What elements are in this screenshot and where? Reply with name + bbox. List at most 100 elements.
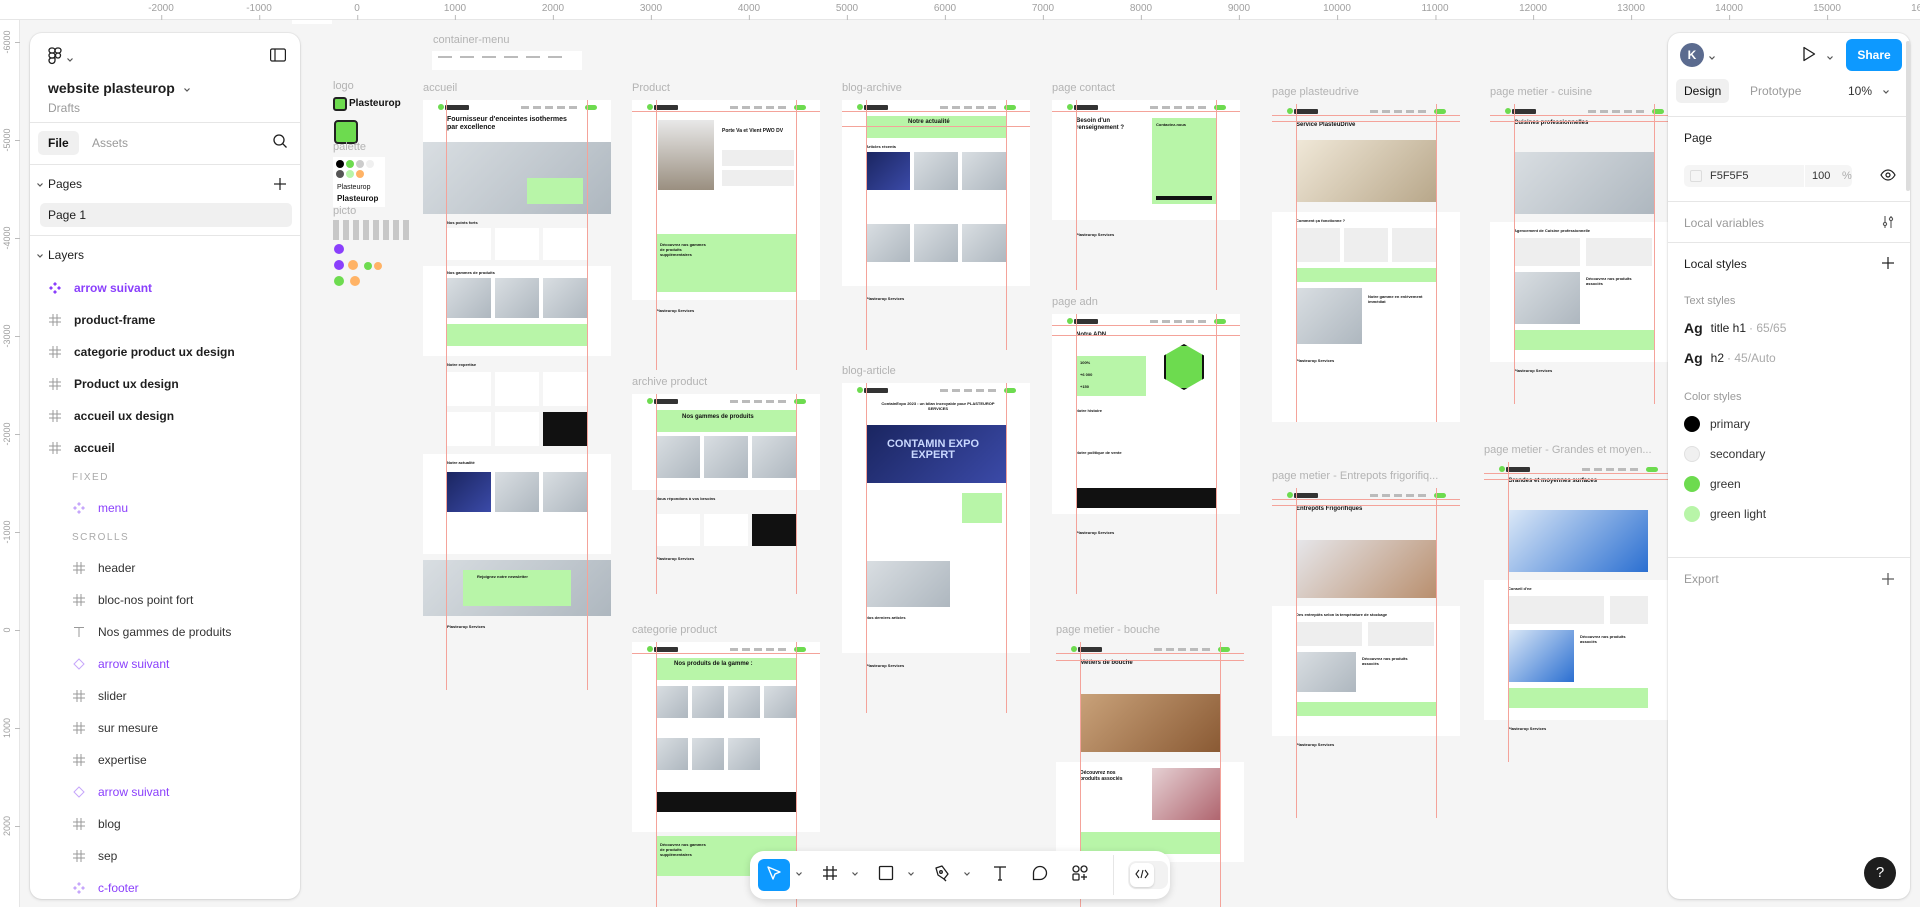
shape-tool-options[interactable] xyxy=(906,869,916,879)
actions-tool-button[interactable] xyxy=(1064,859,1096,891)
layer-item[interactable]: bloc-nos point fort xyxy=(30,584,300,616)
present-button[interactable] xyxy=(1802,46,1816,67)
color-style-item[interactable]: green light xyxy=(1668,499,1910,529)
share-button[interactable]: Share xyxy=(1846,39,1902,71)
picto-arrow-variant[interactable] xyxy=(334,260,344,270)
layer-item[interactable]: slider xyxy=(30,680,300,712)
layer-item[interactable]: menu xyxy=(30,492,300,524)
layer-item[interactable]: arrow suivant xyxy=(30,776,300,808)
color-swatch[interactable] xyxy=(1690,170,1702,182)
file-name-button[interactable]: website plasteurop xyxy=(48,80,191,96)
layer-item[interactable]: arrow suivant xyxy=(30,272,300,304)
move-tool-options[interactable] xyxy=(794,869,804,879)
frame-label-page-metier-cuisine[interactable]: page metier - cuisine xyxy=(1490,86,1592,98)
user-avatar[interactable]: K xyxy=(1680,43,1704,67)
layer-item[interactable]: arrow suivant xyxy=(30,648,300,680)
frame-tool-options[interactable] xyxy=(850,869,860,879)
picto-icons[interactable] xyxy=(333,220,413,240)
help-button[interactable]: ? xyxy=(1864,857,1896,889)
design-canvas[interactable]: container-menu logo Plasteurop palette P… xyxy=(20,20,1920,907)
frame-blog-article[interactable]: ContainExpo 2023 : un bilan incroyable p… xyxy=(842,383,1030,713)
color-style-item[interactable]: primary xyxy=(1668,409,1910,439)
picto-dot-green[interactable] xyxy=(364,262,372,270)
pen-tool-options[interactable] xyxy=(962,869,972,879)
layer-item[interactable]: Product ux design xyxy=(30,368,300,400)
layer-item[interactable]: blog xyxy=(30,808,300,840)
picto-dot-orange[interactable] xyxy=(374,262,382,270)
frame-label-page-plasteudrive[interactable]: page plasteudrive xyxy=(1272,86,1359,98)
frame-page-plasteudrive[interactable]: Service PlasteuDrive Comment ça fonction… xyxy=(1272,104,1460,422)
toggle-sidebar-button[interactable] xyxy=(270,48,287,67)
dev-mode-toggle[interactable] xyxy=(1128,861,1168,889)
frame-page-contact[interactable]: Besoin d'un renseignement ? Contactez-no… xyxy=(1052,100,1240,290)
frame-page-metier-entrepots[interactable]: Entrepôts Frigorifiques Des entrepôts se… xyxy=(1272,488,1460,753)
layer-item[interactable]: product-frame xyxy=(30,304,300,336)
frame-archive-product[interactable]: Nos gammes de produits Nous répondons à … xyxy=(632,394,820,594)
text-style-item[interactable]: Ag title h1 · 65/65 xyxy=(1668,313,1910,343)
tab-design[interactable]: Design xyxy=(1676,79,1730,103)
frame-label-page-metier-entrepots[interactable]: page metier - Entrepots frigorifiq... xyxy=(1272,470,1438,482)
layer-item[interactable]: categorie product ux design xyxy=(30,336,300,368)
text-tool-button[interactable] xyxy=(984,859,1016,891)
search-layers-button[interactable] xyxy=(272,133,288,154)
frame-label-archive-product[interactable]: archive product xyxy=(632,376,707,388)
page-item[interactable]: Page 1 xyxy=(40,203,292,227)
toggle-visibility-button[interactable] xyxy=(1880,168,1896,186)
move-tool-button[interactable] xyxy=(758,859,790,891)
frame-label-categorie-product[interactable]: categorie product xyxy=(632,624,717,636)
page-color-hex[interactable]: F5F5F5 xyxy=(1710,170,1749,182)
frame-label-product[interactable]: Product xyxy=(632,82,670,94)
frame-page-metier-cuisine[interactable]: Cuisines professionnelles Agencement de … xyxy=(1490,104,1678,404)
frame-palette[interactable]: Plasteurop Plasteurop xyxy=(333,157,385,207)
file-location-link[interactable]: Drafts xyxy=(48,101,80,115)
text-style-item[interactable]: Ag h2 · 45/Auto xyxy=(1668,343,1910,373)
layer-item[interactable]: c-footer xyxy=(30,872,300,899)
layer-item[interactable]: expertise xyxy=(30,744,300,776)
shape-tool-button[interactable] xyxy=(870,859,902,891)
frame-page-adn[interactable]: Notre ADN 100% +6 000 +150 Notre histoir… xyxy=(1052,314,1240,594)
pen-tool-button[interactable] xyxy=(926,859,958,891)
frame-label-page-metier-gms[interactable]: page metier - Grandes et moyen... xyxy=(1484,444,1652,456)
frame-label-page-metier-bouche[interactable]: page metier - bouche xyxy=(1056,624,1160,636)
frame-tool-button[interactable] xyxy=(814,859,846,891)
layer-item[interactable]: sur mesure xyxy=(30,712,300,744)
zoom-dropdown[interactable]: 10% xyxy=(1848,79,1890,103)
variables-icon[interactable] xyxy=(1882,215,1894,234)
color-style-item[interactable]: green xyxy=(1668,469,1910,499)
frame-page-metier-gms[interactable]: Grandes et moyennes surfaces Conseil d'n… xyxy=(1484,462,1672,762)
frame-product[interactable]: Porte Va et Vient PWO DV Découvrez nos g… xyxy=(632,100,820,370)
frame-accueil[interactable]: Fournisseur d'enceintes isothermes par e… xyxy=(423,100,611,690)
frame-label-page-contact[interactable]: page contact xyxy=(1052,82,1115,94)
page-background-field[interactable]: F5F5F5 100 % xyxy=(1684,165,1852,187)
frame-label-picto[interactable]: picto xyxy=(333,205,356,217)
comment-tool-button[interactable] xyxy=(1024,859,1056,891)
frame-label-page-adn[interactable]: page adn xyxy=(1052,296,1098,308)
frame-container-menu[interactable] xyxy=(432,51,582,70)
add-style-button[interactable] xyxy=(1882,256,1894,274)
local-variables-row[interactable]: Local variables xyxy=(1668,202,1910,242)
layer-item[interactable]: accueil ux design xyxy=(30,400,300,432)
main-menu-button[interactable] xyxy=(48,47,74,70)
tab-assets[interactable]: Assets xyxy=(82,131,138,155)
page-color-opacity[interactable]: 100 xyxy=(1812,170,1830,182)
logo-asset[interactable]: Plasteurop xyxy=(333,95,401,115)
add-page-button[interactable] xyxy=(274,174,286,195)
add-export-button[interactable] xyxy=(1882,572,1894,590)
picto-dot-green-2[interactable] xyxy=(334,276,344,286)
layer-item[interactable]: Nos gammes de produits xyxy=(30,616,300,648)
frame-label-palette[interactable]: palette xyxy=(333,141,366,153)
picto-arrow-orange[interactable] xyxy=(348,260,358,270)
frame-label-blog-archive[interactable]: blog-archive xyxy=(842,82,902,94)
picto-dot-orange-2[interactable] xyxy=(350,276,360,286)
chevron-down-icon[interactable] xyxy=(1708,48,1716,66)
frame-label-accueil[interactable]: accueil xyxy=(423,82,457,94)
pages-toggle[interactable]: Pages xyxy=(36,177,82,191)
frame-label-container-menu[interactable]: container-menu xyxy=(433,34,509,46)
tab-prototype[interactable]: Prototype xyxy=(1742,79,1809,103)
layer-item[interactable]: header xyxy=(30,552,300,584)
layers-toggle[interactable]: Layers xyxy=(36,248,84,262)
layer-item[interactable]: sep xyxy=(30,840,300,872)
picto-arrow-component[interactable] xyxy=(334,244,344,254)
tab-file[interactable]: File xyxy=(38,131,79,155)
frame-label-blog-article[interactable]: blog-article xyxy=(842,365,896,377)
